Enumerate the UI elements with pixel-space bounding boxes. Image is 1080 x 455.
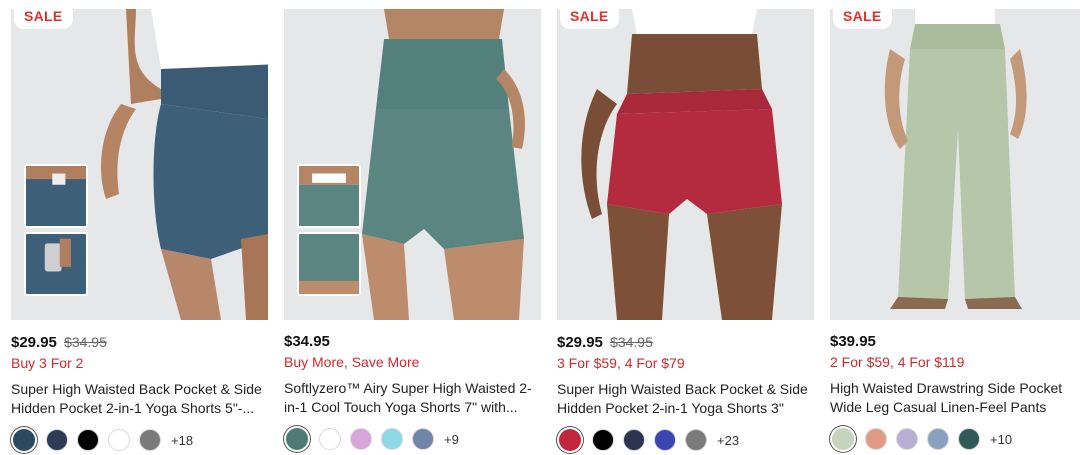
color-swatch[interactable] [139,429,161,451]
color-swatch[interactable] [13,429,35,451]
thumbnail-photo [26,234,86,294]
more-colors-count[interactable]: +9 [444,432,459,447]
product-image[interactable]: SALE [830,9,1080,320]
product-image[interactable]: SALE [557,9,814,320]
color-swatch[interactable] [46,429,68,451]
color-swatch[interactable] [958,428,980,450]
color-swatch[interactable] [319,428,341,450]
color-swatch[interactable] [927,428,949,450]
color-swatch[interactable] [381,428,403,450]
color-swatch[interactable] [832,428,854,450]
color-swatch[interactable] [896,428,918,450]
thumbnail-image[interactable] [297,232,361,296]
color-swatches: +10 [830,428,1080,450]
color-swatch[interactable] [350,428,372,450]
promo-text: Buy More, Save More [284,354,420,370]
more-colors-count[interactable]: +18 [171,433,193,448]
thumbnail-image[interactable] [24,232,88,296]
color-swatch[interactable] [685,429,707,451]
color-swatch[interactable] [865,428,887,450]
current-price: $39.95 [830,333,876,350]
product-title[interactable]: Super High Waisted Back Pocket & Side Hi… [11,380,268,418]
product-title[interactable]: Super High Waisted Back Pocket & Side Hi… [557,380,814,418]
thumbnail-image[interactable] [297,164,361,228]
product-image[interactable]: SALE [11,9,268,320]
product-title[interactable]: Softlyzero™ Airy Super High Waisted 2-in… [284,379,541,417]
original-price: $34.95 [610,334,653,350]
product-card[interactable]: $34.95 Buy More, Save More Softlyzero™ A… [284,0,541,455]
current-price: $34.95 [284,333,330,350]
price-row: $29.95 $34.95 [11,333,268,352]
color-swatch[interactable] [623,429,645,451]
promo-text: 2 For $59, 4 For $119 [830,354,965,370]
sale-badge: SALE [14,9,73,29]
more-colors-count[interactable]: +23 [717,433,739,448]
thumbnail-photo [299,234,359,294]
color-swatch[interactable] [108,429,130,451]
sale-badge: SALE [833,9,892,29]
thumbnail-photo [26,166,86,226]
color-swatches: +9 [284,428,541,450]
price-row: $34.95 [284,333,541,351]
promo-text: 3 For $59, 4 For $79 [557,355,685,371]
more-colors-count[interactable]: +10 [990,432,1012,447]
thumbnail-image[interactable] [24,164,88,228]
product-photo [830,9,1080,320]
product-card[interactable]: SALE $29.95 $34.95 Buy 3 For 2 Super Hig… [11,0,268,455]
product-image[interactable] [284,9,541,320]
color-swatch[interactable] [412,428,434,450]
price-row: $29.95 $34.95 [557,333,814,352]
color-swatches: +23 [557,429,814,451]
product-card[interactable]: SALE $29.95 $34.95 3 For $59, 4 For $79 … [557,0,814,455]
current-price: $29.95 [11,334,57,351]
product-title[interactable]: High Waisted Drawstring Side Pocket Wide… [830,379,1080,417]
color-swatch[interactable] [77,429,99,451]
price-row: $39.95 [830,333,1080,351]
product-card[interactable]: SALE $39.95 2 For $59, 4 For $119 High W… [830,0,1080,455]
current-price: $29.95 [557,334,603,351]
color-swatch[interactable] [559,429,581,451]
product-photo [557,9,814,320]
sale-badge: SALE [560,9,619,29]
color-swatch[interactable] [592,429,614,451]
color-swatches: +18 [11,429,268,451]
color-swatch[interactable] [286,428,308,450]
original-price: $34.95 [64,334,107,350]
promo-text: Buy 3 For 2 [11,355,84,371]
thumbnail-photo [299,166,359,226]
product-grid: SALE $29.95 $34.95 Buy 3 For 2 Super Hig… [0,0,1080,455]
color-swatch[interactable] [654,429,676,451]
